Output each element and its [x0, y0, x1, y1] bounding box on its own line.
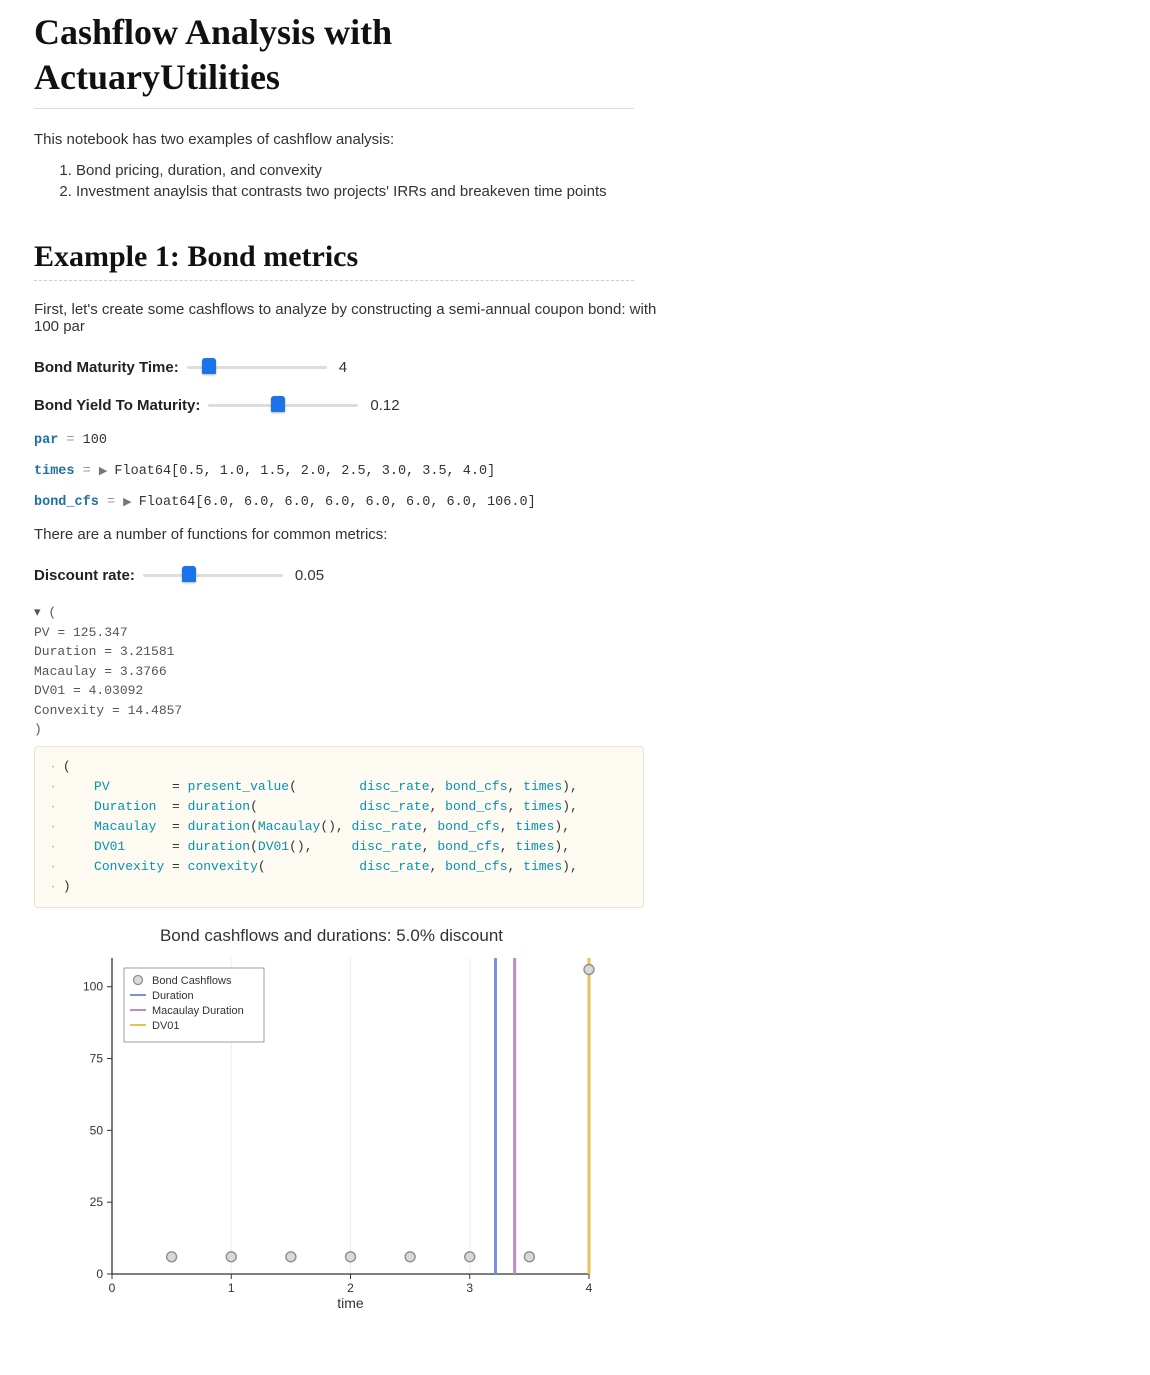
example1-para2: There are a number of functions for comm… — [34, 526, 674, 543]
data-point — [405, 1252, 415, 1262]
page-title: Cashflow Analysis with ActuaryUtilities — [34, 10, 634, 109]
x-tick-label: 2 — [347, 1281, 354, 1295]
legend-label: Bond Cashflows — [152, 975, 232, 987]
legend-label: DV01 — [152, 1020, 180, 1032]
slider-maturity-value: 4 — [339, 359, 347, 376]
data-point — [167, 1252, 177, 1262]
data-point — [226, 1252, 236, 1262]
slider-maturity-input[interactable] — [187, 357, 327, 377]
x-axis-label: time — [337, 1295, 364, 1310]
data-point — [524, 1252, 534, 1262]
slider-discount-row: Discount rate: 0.05 — [34, 565, 674, 585]
code-par: par = 100 — [34, 433, 674, 448]
slider-discount-input[interactable] — [143, 565, 283, 585]
data-point — [584, 965, 594, 975]
legend-label: Duration — [152, 990, 194, 1002]
x-tick-label: 4 — [586, 1281, 593, 1295]
slider-discount-label: Discount rate: — [34, 567, 135, 584]
triangle-right-icon[interactable]: ▶ — [99, 466, 106, 478]
slider-maturity-row: Bond Maturity Time: 4 — [34, 357, 674, 377]
intro-item-2: Investment anaylsis that contrasts two p… — [76, 183, 1116, 200]
slider-ytm-row: Bond Yield To Maturity: 0.12 — [34, 395, 674, 415]
intro-list: Bond pricing, duration, and convexity In… — [76, 162, 1116, 200]
slider-thumb-icon[interactable] — [271, 396, 285, 412]
y-tick-label: 0 — [96, 1267, 103, 1281]
y-tick-label: 50 — [90, 1124, 104, 1138]
intro-item-1: Bond pricing, duration, and convexity — [76, 162, 1116, 179]
output-tuple: ▾ ( PV = 125.347 Duration = 3.21581 Maca… — [34, 603, 674, 740]
intro-text: This notebook has two examples of cashfl… — [34, 131, 674, 148]
triangle-down-icon[interactable]: ▾ ( — [34, 605, 56, 620]
data-point — [346, 1252, 356, 1262]
code-times: times = ▶ Float64[0.5, 1.0, 1.5, 2.0, 2.… — [34, 464, 674, 479]
code-bondcfs: bond_cfs = ▶ Float64[6.0, 6.0, 6.0, 6.0,… — [34, 495, 674, 510]
slider-ytm-value: 0.12 — [370, 397, 399, 414]
slider-ytm-label: Bond Yield To Maturity: — [34, 397, 200, 414]
y-tick-label: 75 — [90, 1052, 104, 1066]
slider-thumb-icon[interactable] — [202, 358, 216, 374]
slider-maturity-label: Bond Maturity Time: — [34, 359, 179, 376]
legend-marker-icon — [134, 976, 143, 985]
legend-label: Macaulay Duration — [152, 1005, 244, 1017]
data-point — [286, 1252, 296, 1262]
section-heading-example1: Example 1: Bond metrics — [34, 240, 634, 281]
x-tick-label: 0 — [109, 1281, 116, 1295]
y-tick-label: 25 — [90, 1196, 104, 1210]
y-tick-label: 100 — [83, 980, 103, 994]
code-block-metrics: ·( · PV = present_value( disc_rate, bond… — [34, 746, 644, 909]
chart-title: Bond cashflows and durations: 5.0% disco… — [64, 926, 599, 946]
slider-discount-value: 0.05 — [295, 567, 324, 584]
x-tick-label: 3 — [466, 1281, 473, 1295]
x-tick-label: 1 — [228, 1281, 235, 1295]
chart-bond-durations: 0 25 50 75 100 0 1 2 3 4 time Bond Cashflows Duratio… — [64, 950, 599, 1310]
data-point — [465, 1252, 475, 1262]
slider-ytm-input[interactable] — [208, 395, 358, 415]
slider-thumb-icon[interactable] — [182, 566, 196, 582]
triangle-right-icon[interactable]: ▶ — [123, 497, 130, 509]
example1-para1: First, let's create some cashflows to an… — [34, 301, 674, 335]
